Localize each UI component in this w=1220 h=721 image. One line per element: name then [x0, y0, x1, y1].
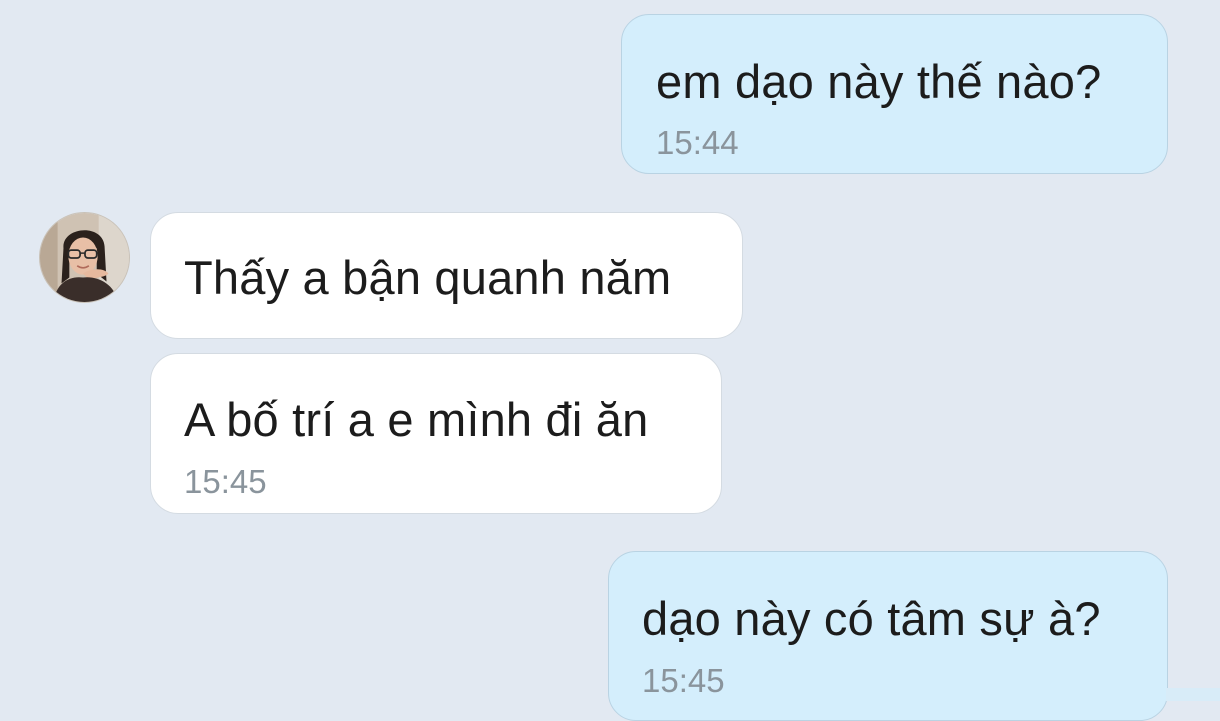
incoming-message[interactable]: Thấy a bận quanh năm: [150, 212, 743, 339]
message-text: Thấy a bận quanh năm: [184, 251, 672, 304]
outgoing-message[interactable]: dạo này có tâm sự à? 15:45: [608, 551, 1168, 721]
message-text: A bố trí a e mình đi ăn: [184, 393, 649, 446]
message-timestamp: 15:45: [184, 463, 267, 500]
contact-avatar[interactable]: [39, 212, 130, 303]
outgoing-message[interactable]: em dạo này thế nào? 15:44: [621, 14, 1168, 174]
profile-photo-icon: [40, 213, 129, 302]
incoming-message[interactable]: A bố trí a e mình đi ăn 15:45: [150, 353, 722, 514]
message-text: em dạo này thế nào?: [656, 55, 1102, 108]
chat-thread: em dạo này thế nào? 15:44 Thấy a bận qua…: [0, 0, 1220, 721]
message-timestamp: 15:45: [642, 662, 725, 699]
next-message-edge: [1166, 688, 1220, 701]
message-text: dạo này có tâm sự à?: [642, 592, 1101, 645]
message-timestamp: 15:44: [656, 124, 739, 161]
